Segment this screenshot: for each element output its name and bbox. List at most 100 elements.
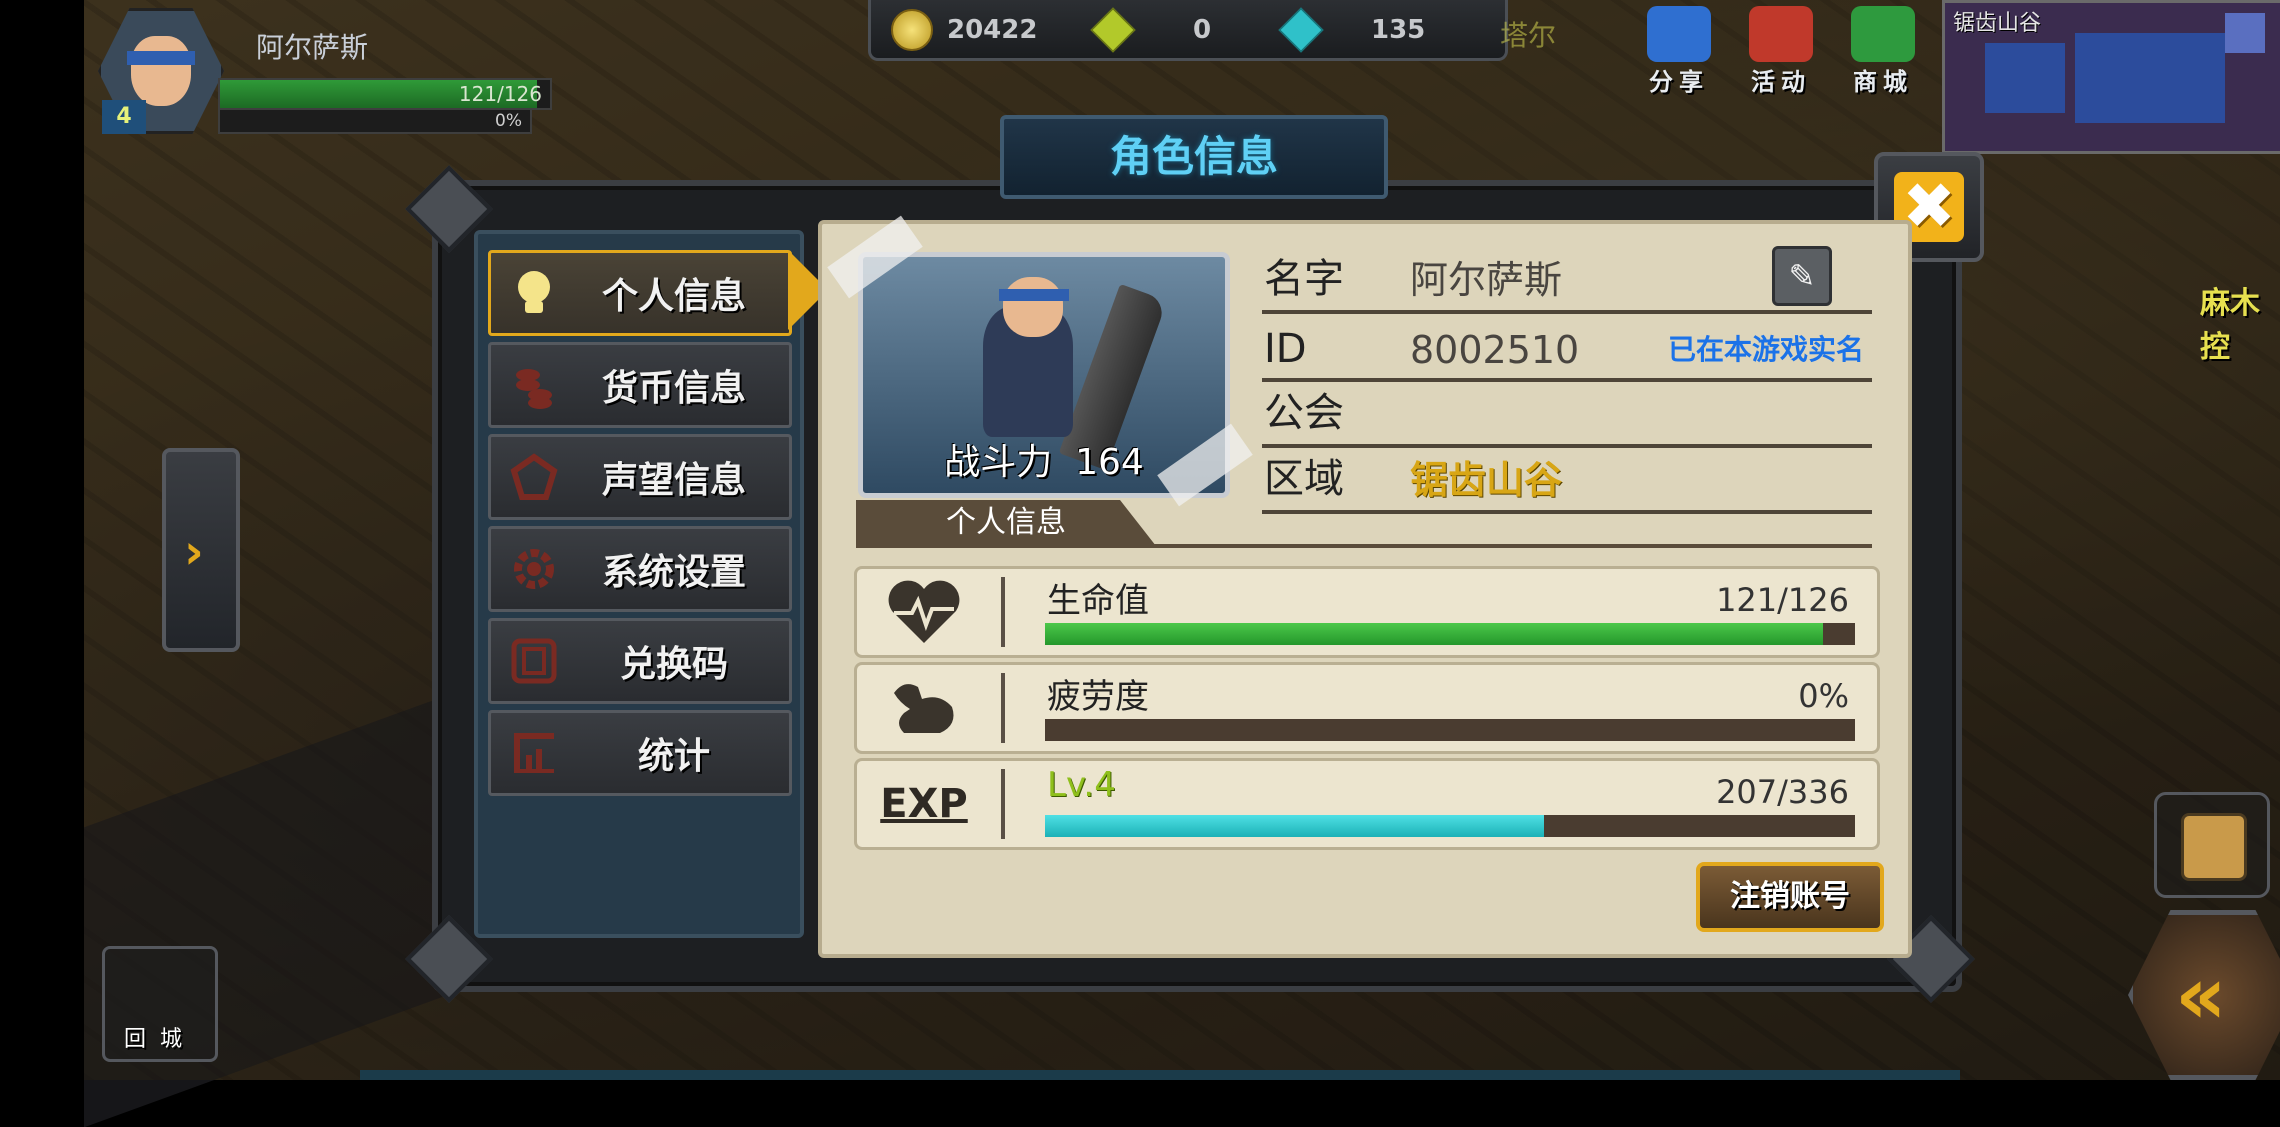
minimap-title: 锯齿山谷: [1953, 11, 2042, 36]
level-label: Lv.4: [1047, 765, 1116, 805]
menu-item-redeem-code[interactable]: 兑换码: [488, 618, 792, 704]
minimap-terrain: [1985, 43, 2065, 113]
menu-item-reputation-info[interactable]: 声望信息: [488, 434, 792, 520]
character-headband: [999, 289, 1069, 301]
player-hp-bar: 121/126: [218, 78, 552, 110]
name-key: 名字: [1264, 256, 1344, 302]
exp-stat-row: EXP Lv.4 207/336: [854, 758, 1880, 850]
minimap[interactable]: 锯齿山谷: [1942, 0, 2280, 154]
avatar-headband: [127, 51, 195, 65]
dialog-title-plate: 角色信息: [1000, 115, 1388, 199]
currency-bar: 20422 0 135: [868, 0, 1508, 61]
guild-key: 公会: [1264, 390, 1344, 436]
player-fatigue-text: 0%: [495, 111, 522, 131]
gold-coin-icon: [891, 9, 933, 51]
avatar-face: [131, 36, 191, 106]
menu-item-system-settings[interactable]: 系统设置: [488, 526, 792, 612]
menu-item-personal-info[interactable]: 个人信息: [488, 250, 792, 336]
character-portrait: 战斗力 164: [858, 252, 1230, 498]
redeem-code-icon: [509, 636, 559, 686]
return-town-label: 回城: [123, 1027, 196, 1052]
minimap-terrain: [2225, 13, 2265, 53]
share-button[interactable]: 分享: [1634, 6, 1724, 102]
exp-icon: EXP: [869, 769, 979, 839]
gold-currency: 20422: [891, 9, 1038, 51]
menu-item-currency-info[interactable]: 货币信息: [488, 342, 792, 428]
statistics-chart-icon: [509, 728, 559, 778]
stat-divider: [1001, 577, 1005, 647]
edit-pencil-icon: ✎: [1788, 257, 1816, 295]
heart-pulse-icon: [869, 577, 979, 647]
green-gem-icon: [1090, 7, 1136, 53]
share-label: 分享: [1649, 68, 1709, 96]
reputation-badge-icon: [509, 452, 559, 502]
blue-diamond-icon: [1278, 7, 1324, 53]
stat-divider: [1001, 673, 1005, 743]
shop-cart-icon: [1851, 6, 1915, 62]
region-key: 区域: [1264, 456, 1344, 502]
minimap-terrain: [2075, 33, 2225, 123]
fatigue-label: 疲劳度: [1047, 677, 1149, 717]
guild-row: 公会: [1262, 380, 1872, 448]
attack-icon: «: [2175, 949, 2227, 1042]
player-hud[interactable]: 4 阿尔萨斯 121/126 0%: [88, 8, 552, 143]
return-town-button[interactable]: 回城: [102, 946, 218, 1062]
player-hp-text: 121/126: [458, 82, 542, 106]
info-menu: 个人信息 货币信息 声望信息 系统设置 兑换码 统计: [474, 230, 804, 938]
menu-label: 个人信息: [601, 276, 746, 317]
lightbulb-icon: [509, 268, 559, 318]
side-expand-button[interactable]: ›: [162, 448, 240, 652]
id-value: 8002510: [1410, 328, 1580, 372]
chevron-right-icon: ›: [184, 524, 204, 580]
hp-bar: [1045, 623, 1855, 645]
exp-bar-fill: [1045, 815, 1544, 837]
fatigue-value: 0%: [1798, 677, 1849, 715]
shop-button[interactable]: 商城: [1838, 6, 1928, 102]
green-gem-currency: 0: [1090, 7, 1211, 53]
menu-label: 统计: [637, 736, 710, 777]
combat-power-value: 164: [1075, 442, 1144, 483]
bottom-strip: [360, 1070, 1960, 1080]
gear-icon: [509, 544, 559, 594]
event-icon: [1749, 6, 1813, 62]
combat-power-label: 战斗力: [944, 442, 1053, 483]
gold-value: 20422: [947, 15, 1038, 45]
faded-world-label: 塔尔: [1500, 19, 1557, 52]
logout-account-button[interactable]: 注销账号: [1696, 862, 1884, 932]
player-level-badge: 4: [102, 100, 146, 134]
exp-value: 207/336: [1716, 773, 1849, 811]
player-name: 阿尔萨斯: [256, 31, 369, 64]
section-tab: 个人信息: [856, 500, 1156, 546]
flexed-arm-icon: [869, 673, 979, 743]
event-label: 活动: [1751, 68, 1811, 96]
fatigue-stat-row: 疲劳度 0%: [854, 662, 1880, 754]
edit-name-button[interactable]: ✎: [1772, 246, 1832, 306]
hp-bar-fill: [1045, 623, 1823, 645]
name-row: 名字 阿尔萨斯 ✎: [1262, 246, 1872, 314]
coins-stack-icon: [509, 360, 559, 410]
shop-label: 商城: [1853, 68, 1913, 96]
realname-verified-link[interactable]: 已在本游戏实名: [1668, 328, 1864, 368]
character-head: [1003, 277, 1063, 337]
npc-name-label: 麻木控: [2200, 286, 2260, 365]
blue-diamond-value: 135: [1371, 15, 1426, 45]
event-button[interactable]: 活动: [1736, 6, 1826, 102]
blue-diamond-currency: 135: [1278, 7, 1426, 53]
hp-value: 121/126: [1716, 581, 1849, 619]
hp-stat-row: 生命值 121/126: [854, 566, 1880, 658]
dialog-title: 角色信息: [1109, 132, 1278, 181]
menu-label: 系统设置: [601, 552, 746, 593]
hp-label: 生命值: [1047, 581, 1149, 621]
region-value: 锯齿山谷: [1410, 458, 1563, 502]
player-fatigue-bar: 0%: [218, 108, 532, 134]
share-icon: [1647, 6, 1711, 62]
id-row: ID 8002510 已在本游戏实名: [1262, 314, 1872, 382]
menu-label: 声望信息: [601, 460, 746, 501]
backpack-icon: [2181, 813, 2247, 881]
menu-label: 货币信息: [601, 368, 746, 409]
exp-bar: [1045, 815, 1855, 837]
section-divider: [856, 544, 1872, 548]
menu-item-statistics[interactable]: 统计: [488, 710, 792, 796]
backpack-button[interactable]: [2154, 792, 2270, 898]
id-key: ID: [1264, 326, 1307, 372]
